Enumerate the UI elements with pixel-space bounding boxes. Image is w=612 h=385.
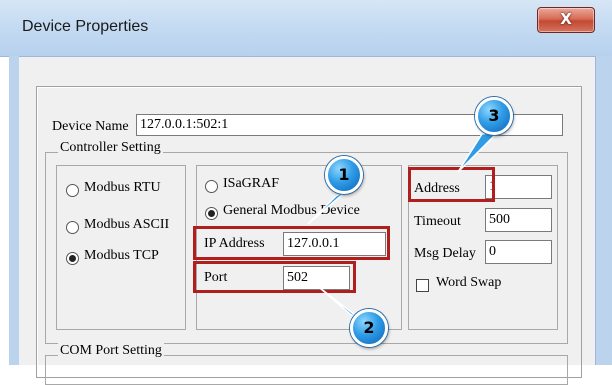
callout-pointers [307,130,501,323]
callout-1-badge: 1 [325,156,363,194]
callout-3-badge: 3 [475,97,513,135]
callout-2-badge: 2 [350,309,388,347]
callout-3-pointer [457,130,501,173]
